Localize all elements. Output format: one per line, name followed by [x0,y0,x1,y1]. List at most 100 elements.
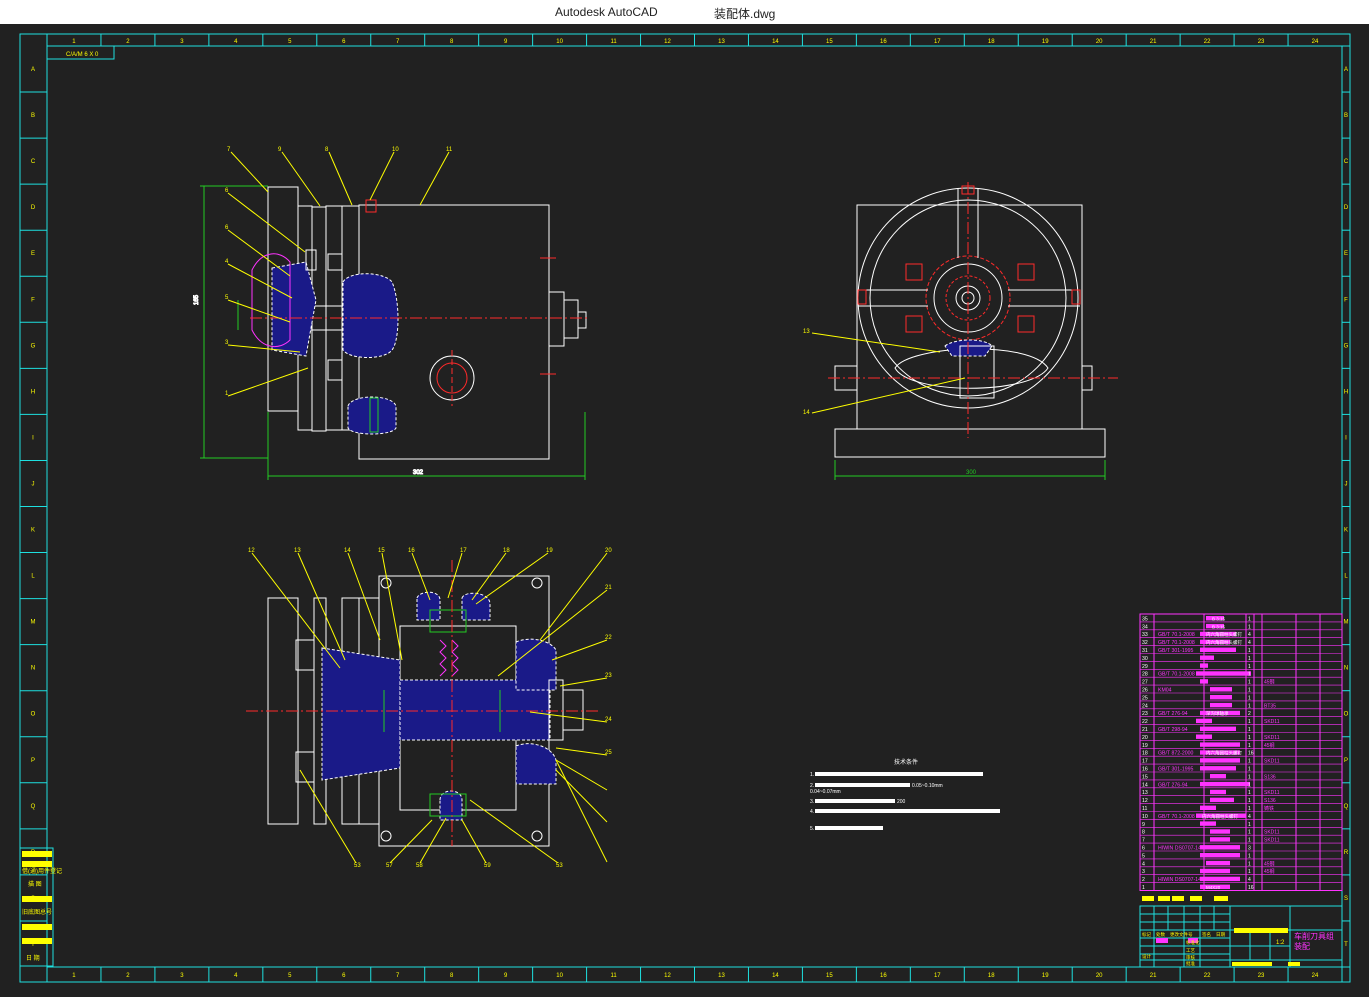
column-label: 13 [718,39,725,45]
bom-row-spec: 内六角圆柱头螺钉 [1202,813,1238,820]
bom-row-number: 4 [1142,861,1145,867]
svg-text:200: 200 [897,799,906,805]
bom-row-material: SKD11 [1264,790,1280,796]
svg-text:描 图: 描 图 [28,880,42,888]
column-label: 16 [880,973,887,979]
bom-row-qty: 1 [1248,853,1251,859]
row-label-right: K [1344,528,1348,534]
bom-row-mask [1210,702,1232,708]
bom-row-mask [1200,726,1236,731]
column-label: 19 [1042,973,1049,979]
column-label: 24 [1312,39,1319,45]
bom-row-number: 21 [1142,727,1148,733]
bom-row-number: 15 [1142,774,1148,780]
bom-row-number: 27 [1142,680,1148,686]
bom-row-qty: 4 [1248,640,1251,646]
bom-row-qty: 16 [1248,751,1254,757]
row-labels: AABBCCDDEEFFGGHHIIJJKKLLMMNNOOPPQQRRSSTT [20,67,1350,948]
bom-row-number: 29 [1142,664,1148,670]
bom-row-material: SKD11 [1264,838,1280,844]
bom-row-number: 14 [1142,782,1148,788]
bom-row-spec: 内六角圆柱头螺钉 [1206,631,1242,638]
svg-text:旧底图总号: 旧底图总号 [22,908,52,916]
bom-row-mask [1210,687,1232,692]
svg-text:12: 12 [248,548,255,554]
svg-text:9: 9 [278,147,282,153]
row-label-right: T [1344,942,1348,948]
bom-row-qty: 1 [1248,672,1251,678]
bom-row-number: 33 [1142,632,1148,638]
bom-row-code: GB/T 872-2000 [1158,751,1193,757]
svg-text:工艺: 工艺 [1186,948,1195,953]
bom-row-qty: 4 [1248,877,1251,883]
side-dim-width: 300 [966,470,977,476]
bom-row-number: 23 [1142,711,1148,717]
bom-row-material: S136 [1264,774,1276,780]
column-label: 11 [610,973,617,979]
bom-row-number: 22 [1142,719,1148,725]
bom-row-code: GB/T 276-94 [1158,782,1188,788]
row-label-left: F [31,297,35,303]
column-label: 2 [126,973,130,979]
bom-row-number: 34 [1142,624,1148,630]
svg-text:0.0097mm: 0.0097mm [902,809,926,815]
bom-row-code: GB/T 301-1995 [1158,767,1193,773]
app-title: Autodesk AutoCAD [555,5,658,19]
column-label: 4 [234,973,238,979]
bom-row-qty: 4 [1248,632,1251,638]
svg-text:24: 24 [605,717,612,723]
bom-row-number: 8 [1142,830,1145,836]
column-label: 13 [718,973,725,979]
drawing-svg[interactable]: 1122334455667788991010111112121313141415… [0,24,1369,992]
bom-row-qty: 1 [1248,616,1251,622]
column-label: 11 [610,39,617,45]
side-callout-13: 13 [803,329,810,335]
bom-row-number: 31 [1142,648,1148,654]
bom-row-material: 45钢 [1264,868,1275,875]
svg-text:3.: 3. [810,799,814,805]
bom-row-code: GB/T 70.1-2008 [1158,640,1195,646]
column-label: 5 [288,973,292,979]
column-label: 6 [342,39,346,45]
drawing-canvas[interactable]: 1 1 2 2 3 3 4 4 5 5 6 6 7 7 8 8 9 9 10 10 11 11 12 12 13 13 14 14 15… [0,24,1369,992]
svg-text:7: 7 [227,147,231,153]
column-label: 21 [1150,39,1157,45]
svg-text:59: 59 [484,863,491,869]
svg-text:日 期: 日 期 [26,954,40,962]
svg-text:25: 25 [605,750,612,756]
row-label-left: H [31,389,35,395]
svg-text:17: 17 [460,548,467,554]
column-label: 24 [1312,973,1319,979]
bom-row-number: 16 [1142,767,1148,773]
column-label: 3 [180,39,184,45]
bom-row-material: SKD11 [1264,830,1280,836]
bom-row-number: 19 [1142,743,1148,749]
bom-row-number: 35 [1142,616,1148,622]
row-label-right: R [1344,850,1349,856]
bom-row-mask [1210,774,1226,779]
column-label: 16 [880,39,887,45]
bom-row-material: SKD11 [1264,759,1280,765]
bom-row-number: 5 [1142,853,1145,859]
svg-text:53: 53 [556,863,563,869]
column-label: 17 [934,39,941,45]
bom-row-mask [1206,860,1230,866]
bom-row-number: 6 [1142,846,1145,852]
bom-row-number: 7 [1142,838,1145,844]
row-label-right: O [1344,712,1349,718]
row-label-right: A [1344,67,1348,73]
bom-row-mask [1200,766,1236,771]
column-label: 14 [772,39,779,45]
row-label-right: Q [1344,804,1349,810]
row-label-left: C [31,159,36,165]
bom-row-qty: 1 [1248,656,1251,662]
bom-row-number: 1 [1142,885,1145,891]
svg-text:签名: 签名 [1202,931,1211,938]
bom-row-code: GB/T 70.1-2008 [1158,632,1195,638]
bom-row-number: 20 [1142,735,1148,741]
row-label-right: P [1344,758,1348,764]
title-block-name: 车削刀具组 [1294,931,1334,941]
bom-row-mask [1200,663,1208,668]
svg-text:13: 13 [294,548,301,554]
bom-row-spec: B 3:15 [1212,624,1226,629]
